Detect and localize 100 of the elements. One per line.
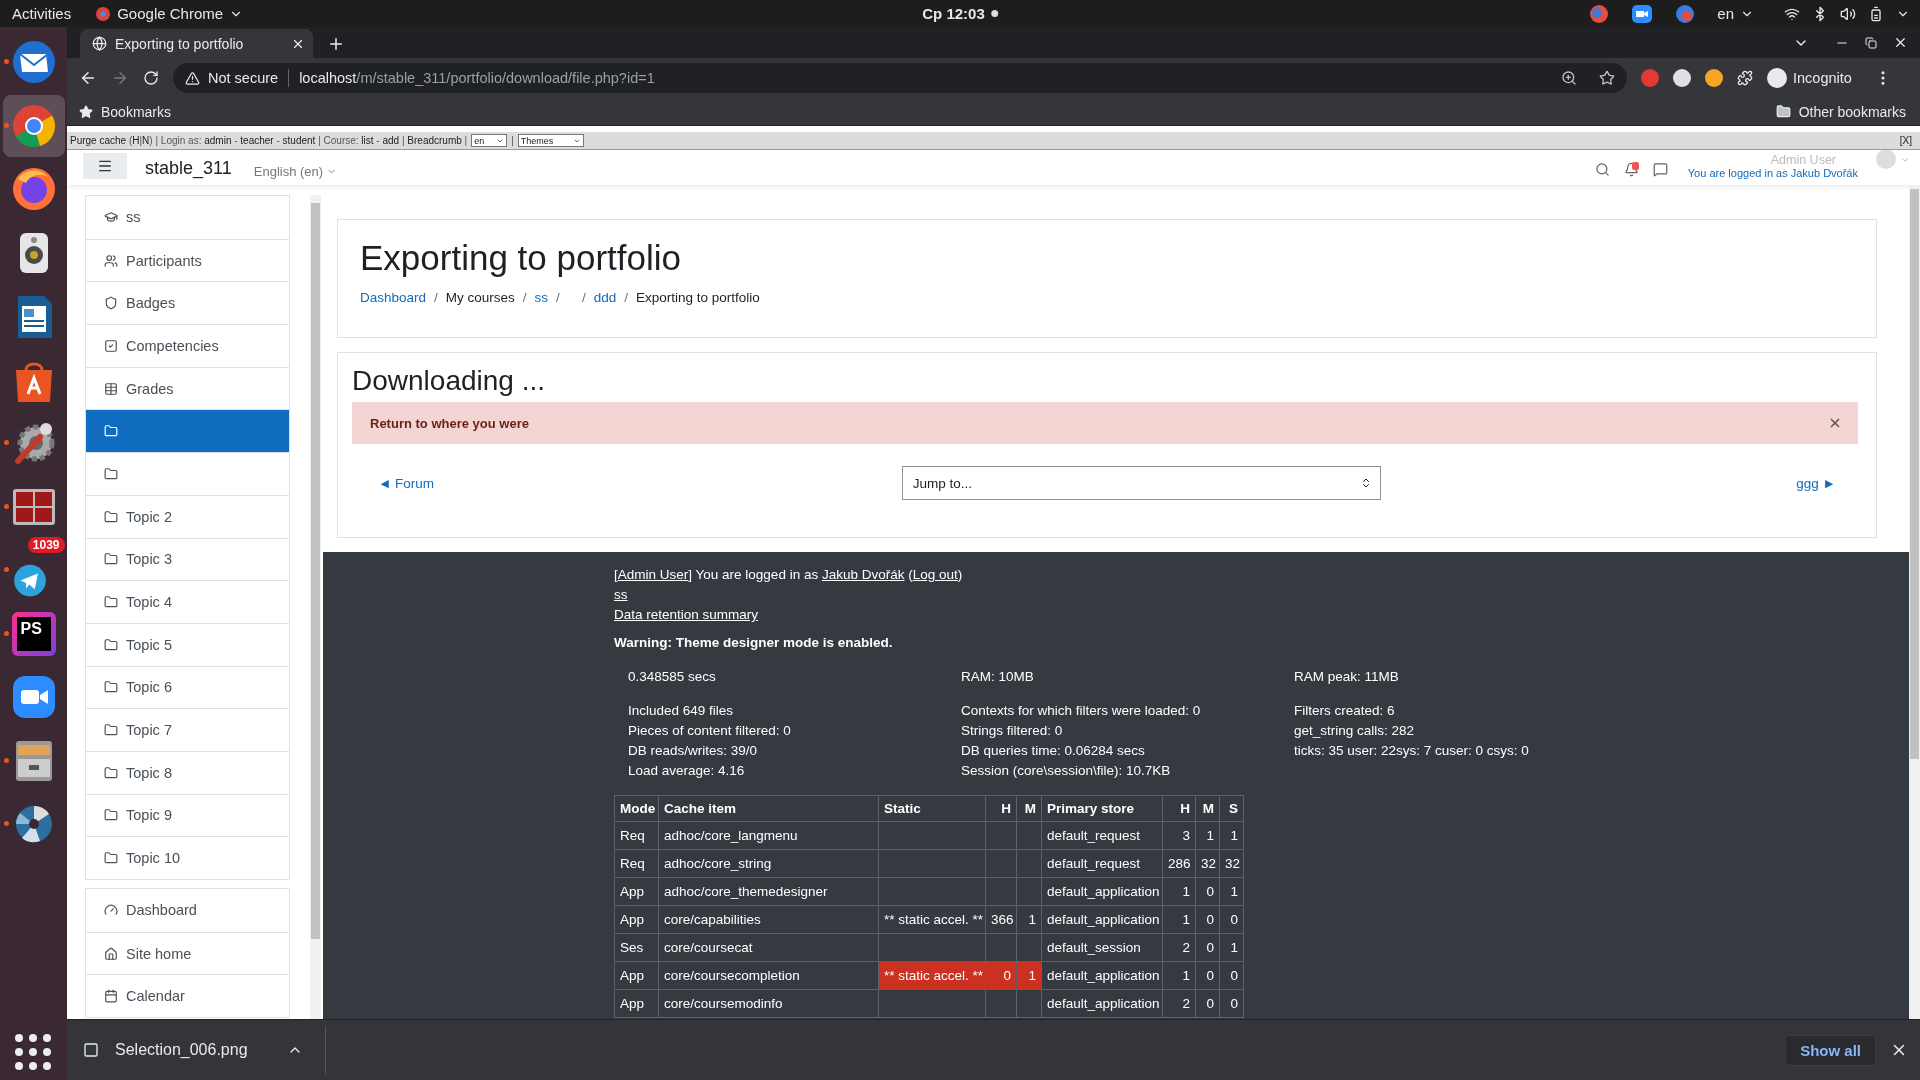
close-button[interactable]: [1828, 416, 1842, 430]
activities-button[interactable]: Activities: [12, 5, 72, 22]
language-select[interactable]: en: [471, 134, 508, 147]
table-cell: 1: [1016, 905, 1042, 934]
alert-text: Return to where you were: [370, 415, 529, 431]
table-cell: adhoc/core_themedesigner: [658, 877, 879, 906]
warning-text: Warning: Theme designer mode is enabled.: [614, 634, 894, 652]
scrollbar[interactable]: [1909, 185, 1920, 1019]
next-link[interactable]: ggg ►: [1796, 475, 1836, 491]
developer-toolbar-text: Purge cache (H|N) | Login as: admin - teacher - student | Course: list - add | Breadcrumb |: [70, 135, 468, 146]
gauge-icon: [104, 903, 118, 918]
back-icon[interactable]: [79, 69, 97, 87]
search-icon[interactable]: [1594, 162, 1610, 177]
toolbar-link[interactable]: admin: [204, 135, 232, 146]
download-item[interactable]: Selection_006.png: [115, 1041, 271, 1059]
table-cell: default_request: [1041, 849, 1163, 878]
battery-icon[interactable]: [1868, 5, 1884, 22]
reload-icon[interactable]: [143, 70, 159, 86]
code-editor-icon[interactable]: PS: [11, 611, 56, 656]
nav-path-link[interactable]: ss: [534, 290, 549, 305]
nav-path-link[interactable]: Dashboard: [360, 290, 427, 305]
zoom-icon[interactable]: [1561, 70, 1577, 86]
avatar[interactable]: [1876, 149, 1896, 169]
table-cell: adhoc/core_langmenu: [658, 821, 879, 850]
bookmark-star-icon[interactable]: [1599, 70, 1615, 86]
footer-link[interactable]: Data retention summary: [614, 605, 759, 625]
indicator-icon[interactable]: [1675, 3, 1696, 24]
extension-icon[interactable]: [1705, 69, 1723, 87]
toolbar-link[interactable]: list: [361, 135, 374, 146]
toolbar-link[interactable]: Purge cache: [70, 135, 127, 146]
house-icon: [104, 946, 118, 961]
nav-path-separator: /: [624, 290, 628, 305]
clock[interactable]: Ср 12:03: [922, 5, 985, 22]
video-camera-icon[interactable]: [1631, 3, 1654, 24]
table-cell: core/coursecat: [658, 933, 879, 962]
table-cell: 1: [1195, 821, 1220, 850]
site-name[interactable]: stable_311: [145, 158, 232, 179]
nav-item[interactable]: [86, 409, 289, 453]
divider-text: |: [511, 135, 514, 146]
table-cell: adhoc/core_string: [658, 849, 879, 878]
column-header: Mode: [614, 795, 659, 822]
folder-icon: [104, 424, 118, 439]
shield-icon: [104, 296, 118, 311]
extension-icon[interactable]: [1673, 69, 1691, 87]
toolbar-link[interactable]: teacher: [240, 135, 274, 146]
table-cell: 32: [1195, 849, 1220, 878]
performance-stat: DB queries time: 0.06284 secs: [961, 742, 1146, 760]
keyboard-layout-menu[interactable]: en: [1717, 5, 1734, 22]
table-cell: core/coursecompletion: [658, 961, 879, 990]
volume-icon[interactable]: [1840, 5, 1856, 22]
table-cell: 1: [1162, 905, 1196, 934]
close-link[interactable]: [X]: [1899, 135, 1912, 146]
notifications-icon[interactable]: [1623, 162, 1639, 177]
table-cell: [985, 821, 1017, 850]
nav-path-link[interactable]: ddd: [593, 290, 617, 305]
new-tab-icon[interactable]: [327, 35, 345, 53]
toolbar-link[interactable]: H: [132, 135, 140, 146]
other-bookmarks-button[interactable]: Other bookmarks: [1798, 103, 1906, 120]
table-cell: [985, 989, 1017, 1018]
nav-path-separator: /: [556, 290, 560, 305]
bookmarks-button[interactable]: Bookmarks: [101, 103, 172, 120]
performance-stat: get_string calls: 282: [1294, 722, 1416, 740]
table-cell: default_request: [1041, 821, 1163, 850]
performance-stat: Contexts for which filters were loaded: 0: [961, 702, 1202, 720]
table-cell: 0: [1195, 961, 1220, 990]
browser-tab[interactable]: Exporting to portfolio: [80, 29, 313, 58]
footer-link[interactable]: Log out: [912, 567, 958, 582]
toolbar-link[interactable]: student: [282, 135, 316, 146]
language-menu[interactable]: English (en): [253, 164, 338, 179]
table-cell: [985, 877, 1017, 906]
previous-link[interactable]: ◄ Forum: [378, 475, 435, 491]
toolbar-link[interactable]: Breadcrumb: [407, 135, 462, 146]
theme-select[interactable]: Themes: [517, 134, 584, 147]
table-cell: core/coursemodinfo: [658, 989, 879, 1018]
forward-icon[interactable]: [111, 69, 129, 87]
footer-link[interactable]: Jakub Dvořák: [821, 567, 905, 582]
app-grid-icon[interactable]: [13, 1032, 53, 1072]
url-text: localhost/m/stable_311/portfolio/download/file.php?id=1: [299, 70, 656, 86]
show-all-button[interactable]: Show all: [1785, 1034, 1876, 1066]
scrollbar[interactable]: [310, 195, 321, 1019]
profile-button[interactable]: Incognito: [1767, 68, 1852, 88]
address-bar[interactable]: Not secure localhost/m/stable_311/portfolio/download/file.php?id=1: [173, 63, 1627, 93]
messages-icon[interactable]: [1652, 162, 1668, 177]
table-cell: 286: [1162, 849, 1196, 878]
folder-icon: [104, 466, 118, 481]
column-header: M: [1195, 795, 1220, 822]
menu-button[interactable]: [83, 153, 127, 179]
table-cell: 0: [1219, 989, 1244, 1018]
page-title: Exporting to portfolio: [360, 238, 682, 278]
footer-link[interactable]: ss: [614, 585, 628, 605]
extensions-icon[interactable]: [1737, 70, 1753, 86]
toolbar-link[interactable]: add: [382, 135, 400, 146]
table-cell: 1: [1219, 933, 1244, 962]
jump-to-select[interactable]: Jump to...: [901, 466, 1381, 500]
indicator-icon[interactable]: [1589, 3, 1610, 24]
app-menu[interactable]: Google Chrome: [117, 5, 224, 22]
table-cell: 0: [1219, 905, 1244, 934]
close-icon[interactable]: [1893, 35, 1908, 50]
table-cell: App: [614, 877, 659, 906]
restore-icon[interactable]: [1865, 36, 1877, 49]
